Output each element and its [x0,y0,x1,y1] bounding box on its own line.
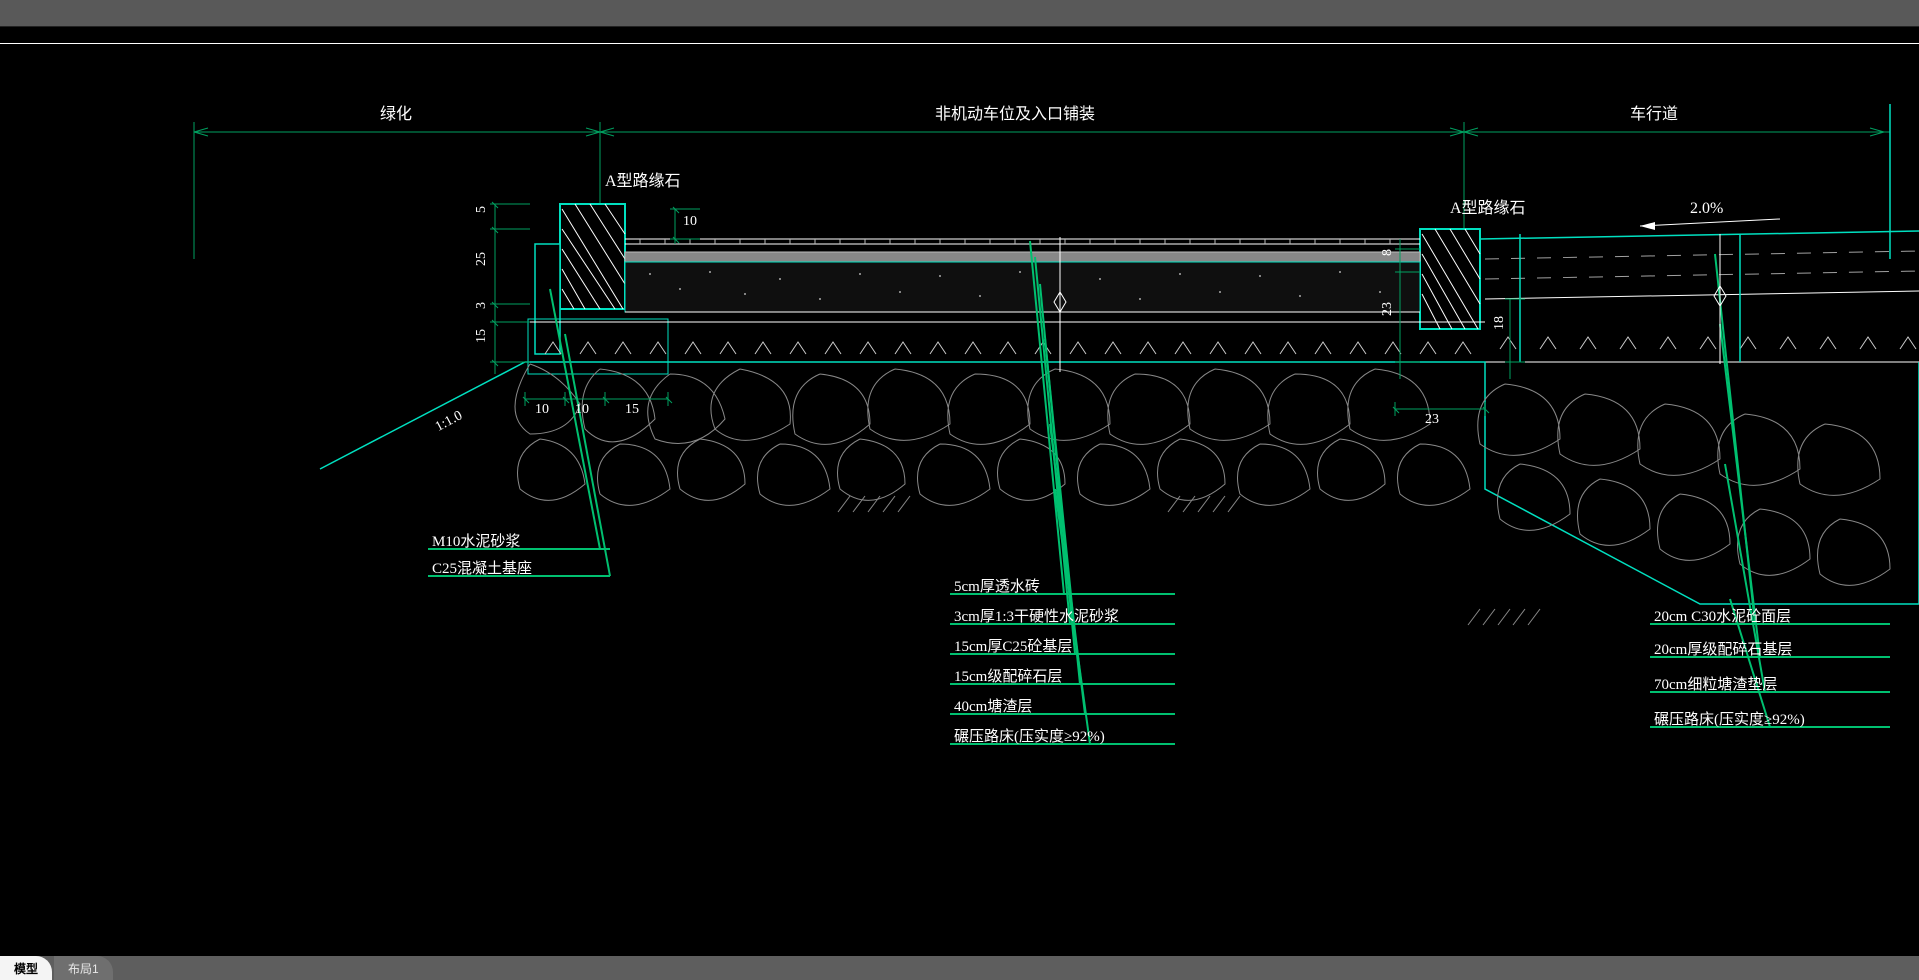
callout-mid-2: 15cm厚C25砼基层 [954,635,1072,656]
callout-mid-0: 5cm厚透水砖 [954,575,1040,596]
curb-label-right: A型路缘石 [1450,194,1526,218]
dim-10-top: 10 [683,214,697,230]
rubble-bed [320,362,1919,625]
left-curb-block [535,204,625,354]
callout-right-2: 70cm细粒塘渣垫层 [1654,673,1777,694]
dim-15v: 15 [474,329,490,343]
drawing-canvas[interactable]: 绿化 非机动车位及入口铺装 车行道 A型路缘石 A型路缘石 2.0% 5 25 … [0,44,1919,944]
dim-10a: 10 [535,402,549,418]
drawing-svg [0,44,1919,944]
callout-mid-3: 15cm级配碎石层 [954,665,1062,686]
callout-right-0: 20cm C30水泥砼面层 [1654,605,1791,626]
callout-mid-4: 40cm塘渣层 [954,695,1032,716]
dim-3: 3 [474,302,490,309]
toolbar-blank [0,0,1919,27]
tab-model[interactable]: 模型 [0,956,52,980]
dim-18: 18 [1492,316,1508,330]
callout-mid-5: 碾压路床(压实度≥92%) [954,725,1105,746]
callout-mid-1: 3cm厚1:3干硬性水泥砂浆 [954,605,1119,626]
dim-8: 8 [1380,249,1396,256]
dim-5: 5 [474,206,490,213]
dim-23h: 23 [1425,412,1439,428]
slope-arrow [1640,219,1780,230]
callout-left-1: C25混凝土基座 [432,557,532,578]
dim-25: 25 [474,252,490,266]
layout-tabs: 模型 布局1 [0,956,1919,980]
callout-left-0: M10水泥砂浆 [432,530,520,551]
section-label-right: 车行道 [1630,100,1678,124]
section-label-left: 绿化 [380,100,412,124]
tab-layout1[interactable]: 布局1 [54,956,113,980]
callout-right-1: 20cm厚级配碎石基层 [1654,638,1792,659]
right-curb-block [1420,229,1480,329]
callout-right-3: 碾压路床(压实度≥92%) [1654,708,1805,729]
dim-23v: 23 [1380,302,1396,316]
slope-label: 2.0% [1690,200,1723,218]
leaders [428,241,1890,744]
curb-label-left: A型路缘石 [605,167,681,191]
section-label-mid: 非机动车位及入口铺装 [935,100,1095,124]
paving-section [525,239,1485,362]
dim-10b: 10 [575,402,589,418]
dim-15h: 15 [625,402,639,418]
road-section [1480,231,1919,362]
